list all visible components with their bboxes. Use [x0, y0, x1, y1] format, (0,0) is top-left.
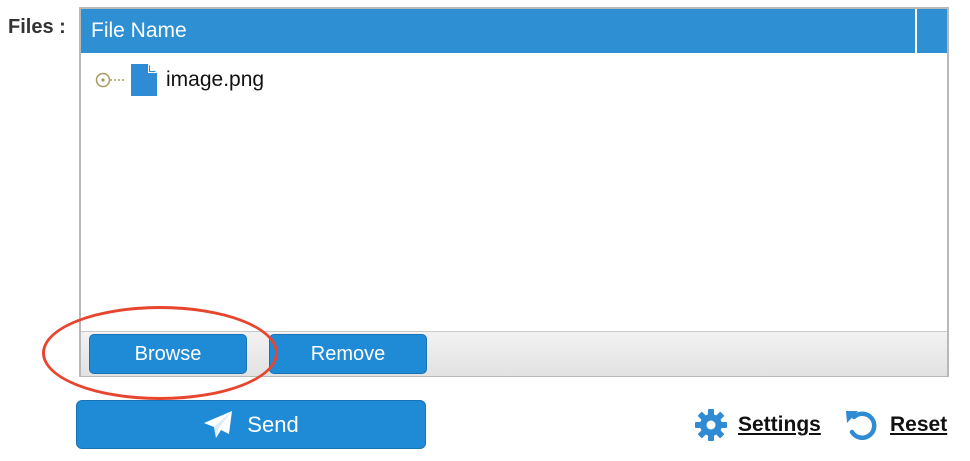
send-label: Send — [247, 411, 299, 437]
file-upload-panel: File Name image.png Browse Remove — [79, 7, 949, 377]
column-header-spacer — [917, 9, 947, 53]
grid-toolbar: Browse Remove — [81, 331, 947, 376]
files-label: Files : — [8, 16, 66, 38]
undo-icon — [844, 408, 880, 442]
upload-page: Files : File Name image.png Browse Remov… — [0, 0, 970, 461]
settings-label: Settings — [738, 413, 821, 436]
grid-header: File Name — [81, 9, 947, 53]
remove-button[interactable]: Remove — [269, 334, 427, 374]
file-icon — [131, 64, 157, 96]
paper-plane-icon — [203, 410, 233, 440]
column-header-file-name[interactable]: File Name — [81, 9, 917, 53]
tree-node-icon — [95, 70, 125, 90]
send-button[interactable]: Send — [76, 400, 426, 449]
reset-link[interactable]: Reset — [844, 405, 947, 445]
settings-link[interactable]: Settings — [694, 405, 821, 445]
gear-icon — [694, 408, 728, 442]
reset-label: Reset — [890, 413, 948, 436]
file-name: image.png — [166, 68, 265, 91]
file-row[interactable]: image.png — [95, 63, 264, 97]
browse-button[interactable]: Browse — [89, 334, 247, 374]
